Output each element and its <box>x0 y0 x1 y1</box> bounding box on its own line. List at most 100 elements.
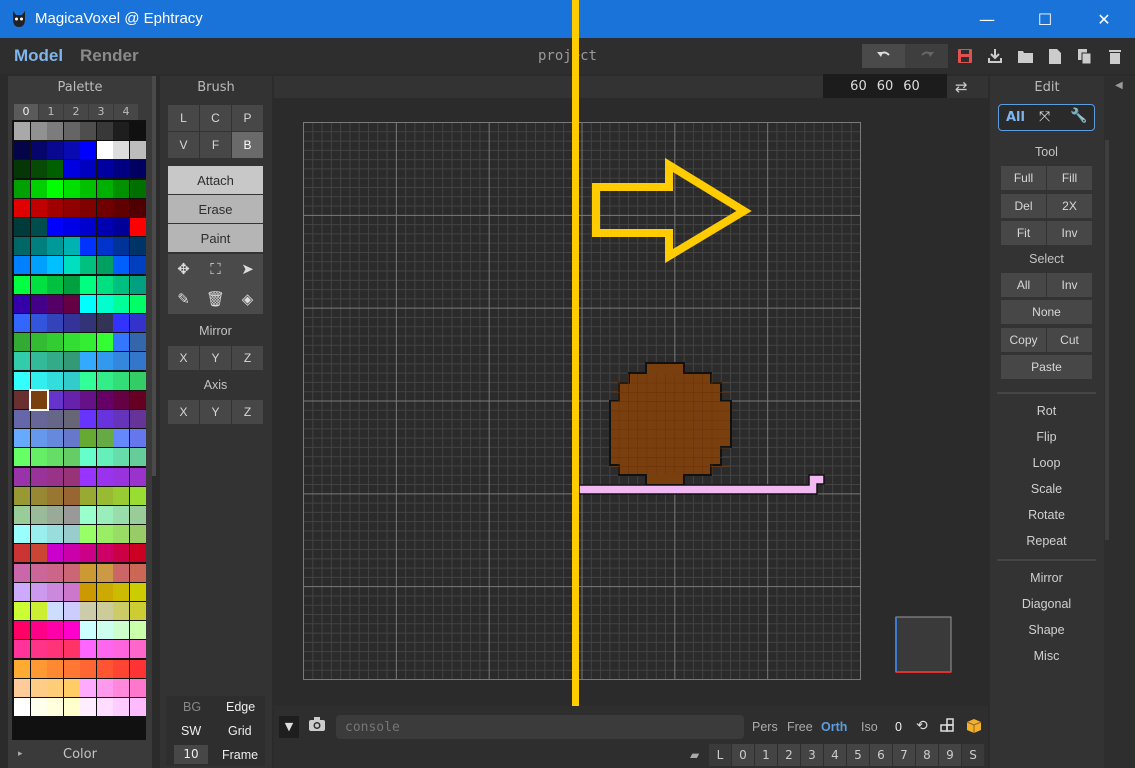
brush-type-b[interactable]: B <box>232 132 263 158</box>
palette-swatch[interactable] <box>63 506 80 524</box>
palette-swatch[interactable] <box>129 410 146 428</box>
palette-swatch[interactable] <box>113 160 129 179</box>
palette-swatch[interactable] <box>96 525 113 544</box>
console-toggle-icon[interactable]: ▼ <box>279 716 299 738</box>
palette-swatch[interactable] <box>96 141 113 160</box>
palette-swatch[interactable] <box>96 314 113 332</box>
palette-swatch[interactable] <box>129 640 146 659</box>
palette-swatch[interactable] <box>30 621 47 640</box>
grid-toggle[interactable]: Grid <box>228 724 252 738</box>
palette-swatch[interactable] <box>129 314 146 332</box>
expand-icon[interactable]: ⤧ <box>1039 109 1050 125</box>
tool-2x-button[interactable]: 2X <box>1047 193 1092 218</box>
palette-swatch[interactable] <box>14 237 30 256</box>
palette-swatch[interactable] <box>96 122 113 140</box>
palette-swatch[interactable] <box>80 410 96 428</box>
palette-swatch[interactable] <box>80 352 96 371</box>
palette-swatch[interactable] <box>63 294 80 313</box>
palette-swatch[interactable] <box>14 486 30 505</box>
palette-swatch[interactable] <box>30 333 47 352</box>
frame-button-7[interactable]: 7 <box>893 744 915 766</box>
palette-swatch[interactable] <box>63 179 80 198</box>
palette-swatch[interactable] <box>63 410 80 428</box>
mirror-x-button[interactable]: X <box>168 346 199 370</box>
palette-swatch[interactable] <box>129 448 146 467</box>
palette-swatch[interactable] <box>63 659 80 678</box>
palette-swatch[interactable] <box>80 198 96 217</box>
palette-tab-1[interactable]: 1 <box>39 104 63 120</box>
brush-mode-paint[interactable]: Paint <box>168 224 263 252</box>
palette-swatch[interactable] <box>30 678 47 697</box>
palette-swatch[interactable] <box>80 448 96 467</box>
minimize-button[interactable]: — <box>958 0 1016 38</box>
collapse-arrow-icon[interactable]: ◀ <box>1115 80 1123 91</box>
swap-icon[interactable]: ⇄ <box>955 78 968 96</box>
edit-scrollbar[interactable] <box>1105 140 1109 540</box>
brush-type-c[interactable]: C <box>200 105 231 131</box>
frame-button-9[interactable]: 9 <box>939 744 961 766</box>
palette-swatch[interactable] <box>63 467 80 486</box>
palette-swatch[interactable] <box>63 237 80 256</box>
palette-swatch[interactable] <box>14 275 30 294</box>
palette-swatch[interactable] <box>113 237 129 256</box>
tool-del-button[interactable]: Del <box>1001 193 1046 218</box>
palette-swatch[interactable] <box>47 448 63 467</box>
frame-value-field[interactable]: 10 <box>174 745 208 764</box>
sw-toggle[interactable]: SW <box>181 724 201 738</box>
palette-swatch[interactable] <box>96 659 113 678</box>
palette-swatch[interactable] <box>113 659 129 678</box>
video-icon[interactable]: ▰ <box>690 748 699 762</box>
palette-swatch[interactable] <box>47 122 63 140</box>
palette-swatch[interactable] <box>80 582 96 601</box>
palette-swatch[interactable] <box>80 525 96 544</box>
palette-swatch[interactable] <box>47 314 63 332</box>
palette-swatch[interactable] <box>30 160 47 179</box>
tool-fill-button[interactable]: Fill <box>1047 166 1092 190</box>
view-iso[interactable]: Iso <box>861 720 878 734</box>
palette-swatch[interactable] <box>113 314 129 332</box>
palette-tab-0[interactable]: 0 <box>14 104 38 120</box>
move-icon[interactable]: ✥ <box>168 255 199 283</box>
palette-swatch[interactable] <box>63 256 80 275</box>
trash-icon[interactable]: 🗑 <box>200 285 231 313</box>
palette-swatch[interactable] <box>14 410 30 428</box>
cursor-arrow-icon[interactable]: ➤ <box>232 255 263 283</box>
fill-bucket-icon[interactable]: ◈ <box>232 285 263 313</box>
palette-swatch[interactable] <box>14 160 30 179</box>
palette-tab-2[interactable]: 2 <box>64 104 88 120</box>
palette-swatch[interactable] <box>113 448 129 467</box>
cut-button[interactable]: Cut <box>1047 328 1092 352</box>
frame-button-0[interactable]: 0 <box>732 744 754 766</box>
palette-swatch[interactable] <box>80 640 96 659</box>
palette-tab-4[interactable]: 4 <box>114 104 138 120</box>
palette-swatch[interactable] <box>30 371 47 390</box>
palette-swatch[interactable] <box>63 352 80 371</box>
palette-swatch[interactable] <box>30 122 47 140</box>
palette-swatch[interactable] <box>47 256 63 275</box>
model-tab[interactable]: Model <box>14 46 63 66</box>
palette-swatch[interactable] <box>129 352 146 371</box>
palette-swatch[interactable] <box>47 506 63 524</box>
palette-swatch[interactable] <box>30 179 47 198</box>
palette-swatch[interactable] <box>30 544 47 563</box>
select-box-icon[interactable]: ⛶ <box>200 255 231 283</box>
palette-swatch[interactable] <box>129 237 146 256</box>
palette-swatch[interactable] <box>47 582 63 601</box>
palette-swatch[interactable] <box>14 602 30 620</box>
select-none-button[interactable]: None <box>1001 300 1092 324</box>
palette-swatch[interactable] <box>96 467 113 486</box>
brush-type-p[interactable]: P <box>232 105 263 131</box>
palette-swatch[interactable] <box>129 582 146 601</box>
palette-swatch[interactable] <box>30 486 47 505</box>
palette-swatch[interactable] <box>14 640 30 659</box>
palette-swatch[interactable] <box>96 640 113 659</box>
frame-button-3[interactable]: 3 <box>801 744 823 766</box>
palette-swatch[interactable] <box>30 582 47 601</box>
palette-swatch[interactable] <box>30 602 47 620</box>
palette-swatch[interactable] <box>113 544 129 563</box>
palette-swatch[interactable] <box>96 390 113 409</box>
palette-swatch[interactable] <box>96 237 113 256</box>
palette-swatch[interactable] <box>47 429 63 448</box>
render-tab[interactable]: Render <box>80 46 139 66</box>
palette-swatch[interactable] <box>129 122 146 140</box>
